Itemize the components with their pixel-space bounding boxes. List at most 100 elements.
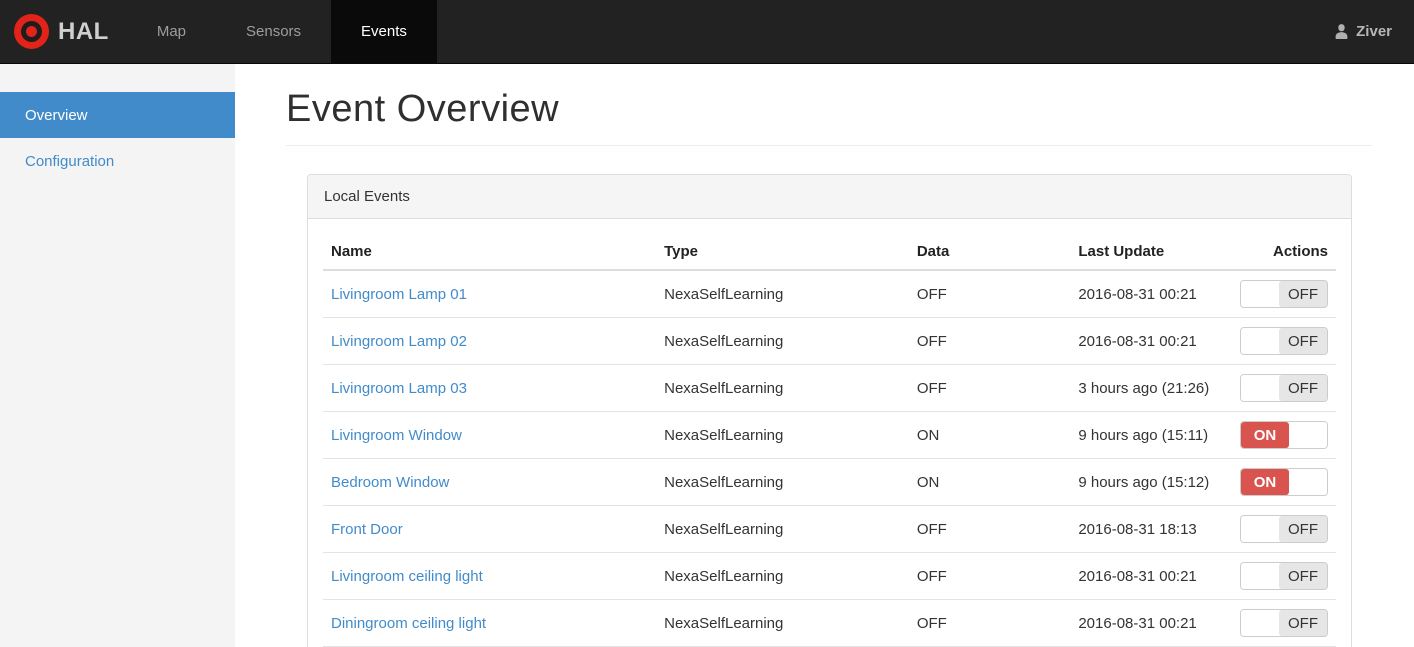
table-row: Bedroom Window NexaSelfLearning ON 9 hou… (323, 458, 1336, 506)
nav-item-events[interactable]: Events (331, 0, 437, 63)
event-type-cell: NexaSelfLearning (656, 458, 909, 506)
event-actions-cell: ON (1231, 411, 1336, 459)
event-actions-cell: OFF (1231, 552, 1336, 600)
event-name-link[interactable]: Livingroom Lamp 01 (331, 286, 467, 303)
nav-item-sensors[interactable]: Sensors (216, 0, 331, 63)
main-content: Event Overview Local Events Name Type Da… (235, 64, 1414, 647)
toggle-handle (1241, 328, 1279, 354)
event-toggle-switch[interactable]: ON (1240, 421, 1328, 449)
table-row: Livingroom Lamp 02 NexaSelfLearning OFF … (323, 317, 1336, 365)
event-last-update-cell: 2016-08-31 18:13 (1070, 505, 1232, 553)
user-icon (1333, 23, 1350, 40)
event-last-update-cell: 3 hours ago (21:26) (1070, 364, 1232, 412)
event-last-update-cell: 9 hours ago (15:12) (1070, 458, 1232, 506)
toggle-handle (1241, 563, 1279, 589)
event-type-cell: NexaSelfLearning (656, 552, 909, 600)
brand-label: HAL (58, 17, 109, 45)
top-navbar: HAL Map Sensors Events Ziver (0, 0, 1414, 64)
sidebar-item-configuration[interactable]: Configuration (0, 138, 235, 184)
event-name-link[interactable]: Livingroom ceiling light (331, 568, 483, 585)
table-header-row: Name Type Data Last Update Actions (323, 234, 1336, 271)
table-row: Livingroom Window NexaSelfLearning ON 9 … (323, 411, 1336, 459)
event-name-link[interactable]: Livingroom Lamp 03 (331, 380, 467, 397)
event-name-cell: Livingroom Lamp 01 (323, 270, 656, 318)
panel-body: Name Type Data Last Update Actions Livin… (308, 219, 1351, 647)
event-data-cell: OFF (908, 364, 1071, 412)
toggle-handle (1289, 422, 1327, 448)
event-type-cell: NexaSelfLearning (664, 285, 784, 303)
navbar-menu: Map Sensors Events (127, 0, 437, 63)
event-type-cell: NexaSelfLearning (656, 317, 909, 365)
toggle-state-label: OFF (1279, 563, 1327, 589)
toggle-state-label: OFF (1279, 281, 1327, 307)
sidebar-item-label: Overview (25, 106, 88, 124)
table-row: Diningroom ceiling light NexaSelfLearnin… (323, 599, 1336, 647)
column-header-data: Data (908, 234, 1071, 271)
user-name-label: Ziver (1356, 23, 1392, 40)
event-name-link[interactable]: Livingroom Lamp 02 (331, 333, 467, 350)
event-name-cell: Livingroom Lamp 03 (323, 364, 657, 412)
toggle-state-label: OFF (1279, 610, 1327, 636)
event-toggle-switch[interactable]: OFF (1240, 515, 1328, 543)
event-last-update-cell: 2016-08-31 00:21 (1070, 552, 1232, 600)
event-last-update-cell: 2016-08-31 00:21 (1070, 599, 1232, 647)
event-type-cell: NexaSelfLearning (656, 411, 909, 459)
event-toggle-switch[interactable]: OFF (1240, 609, 1328, 637)
event-actions-cell: OFF (1232, 270, 1336, 318)
event-name-link[interactable]: Front Door (331, 521, 403, 538)
toggle-handle (1241, 375, 1279, 401)
event-type-cell: NexaSelfLearning (656, 364, 909, 412)
event-toggle-switch[interactable]: OFF (1240, 327, 1328, 355)
event-last-update-cell: 2016-08-31 00:21 (1070, 317, 1232, 365)
event-type-cell: NexaSelfLearning (656, 599, 909, 647)
brand[interactable]: HAL (0, 0, 127, 63)
table-row: Livingroom Lamp 03 NexaSelfLearning OFF … (323, 364, 1336, 412)
event-name-cell: Livingroom Lamp 02 (323, 317, 657, 365)
panel-title: Local Events (308, 175, 1351, 219)
table-row: Front Door NexaSelfLearning OFF 2016-08-… (323, 505, 1336, 553)
event-actions-cell: OFF (1231, 599, 1336, 647)
event-name-link[interactable]: Bedroom Window (331, 474, 449, 491)
page-title: Event Overview (286, 88, 1372, 146)
event-data-cell: ON (908, 411, 1071, 459)
local-events-panel: Local Events Name Type Data Last Update … (307, 174, 1352, 647)
nav-item-label: Sensors (246, 23, 302, 40)
event-name-cell: Front Door (323, 505, 657, 553)
sidebar-item-overview[interactable]: Overview (0, 92, 235, 138)
event-data-cell: OFF (908, 552, 1071, 600)
user-menu[interactable]: Ziver (1333, 0, 1414, 63)
toggle-handle (1241, 516, 1279, 542)
event-last-update-cell: 2016-08-31 00:21 (1078, 285, 1197, 303)
event-name-cell: Diningroom ceiling light (323, 599, 657, 647)
event-toggle-switch[interactable]: OFF (1240, 374, 1328, 402)
event-data-cell: OFF (908, 317, 1071, 365)
event-toggle-switch[interactable]: OFF (1240, 562, 1328, 590)
toggle-state-label: ON (1241, 422, 1289, 448)
event-toggle-switch[interactable]: ON (1240, 468, 1328, 496)
table-row: Livingroom Lamp 01 NexaSelfLearning OFF … (323, 270, 1336, 318)
toggle-state-label: OFF (1279, 375, 1327, 401)
toggle-handle (1241, 610, 1279, 636)
nav-item-label: Map (156, 23, 187, 40)
event-actions-cell: OFF (1231, 317, 1336, 365)
toggle-handle (1289, 469, 1327, 495)
event-toggle-switch[interactable]: OFF (1240, 280, 1328, 308)
event-data-cell: OFF (916, 285, 947, 303)
column-header-actions: Actions (1231, 234, 1336, 271)
toggle-handle (1241, 281, 1279, 307)
event-name-cell: Bedroom Window (323, 458, 657, 506)
toggle-state-label: OFF (1279, 328, 1327, 354)
column-header-type: Type (656, 234, 909, 271)
event-data-cell: ON (908, 458, 1071, 506)
event-type-cell: NexaSelfLearning (656, 505, 909, 553)
event-name-link[interactable]: Diningroom ceiling light (331, 615, 486, 632)
event-actions-cell: ON (1231, 458, 1336, 506)
table-row: Livingroom ceiling light NexaSelfLearnin… (323, 552, 1336, 600)
event-name-link[interactable]: Livingroom Window (331, 427, 462, 444)
event-name-cell: Livingroom ceiling light (323, 552, 657, 600)
column-header-name: Name (323, 234, 657, 271)
nav-item-map[interactable]: Map (127, 0, 216, 63)
event-data-cell: OFF (908, 505, 1071, 553)
toggle-state-label: ON (1241, 469, 1289, 495)
sidebar: Overview Configuration (0, 64, 235, 647)
